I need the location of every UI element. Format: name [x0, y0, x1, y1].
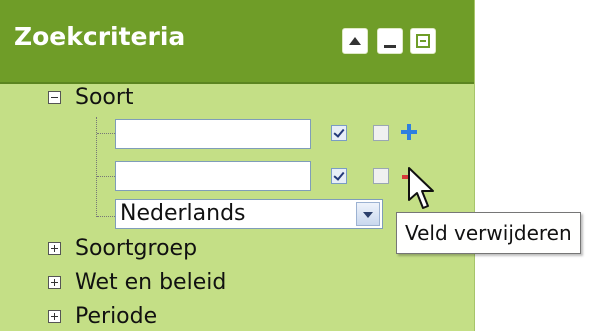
language-select[interactable]: Nederlands [115, 199, 383, 229]
add-field-icon[interactable] [401, 124, 417, 140]
chevron-down-icon[interactable] [356, 202, 380, 226]
tree-item-label: Soort [75, 84, 134, 110]
expand-icon[interactable] [48, 309, 61, 323]
maximize-button[interactable] [410, 28, 436, 54]
tooltip: Veld verwijderen [396, 212, 581, 254]
minimize-icon [384, 45, 396, 48]
soort-field-2-checkbox-b[interactable] [373, 168, 389, 184]
tree-item-label: Wet en beleid [75, 269, 227, 295]
soort-field-1-checkbox-b[interactable] [373, 125, 389, 141]
collapse-up-icon [349, 37, 361, 45]
minimize-button[interactable] [377, 28, 403, 54]
soort-field-2[interactable] [115, 161, 311, 191]
panel-header: Zoekcriteria [0, 0, 474, 84]
soort-field-1[interactable] [115, 119, 311, 149]
language-select-value: Nederlands [120, 201, 246, 226]
tree-connector [97, 133, 115, 134]
tree-item-soortgroep[interactable]: Soortgroep [48, 233, 197, 263]
tree-connector [97, 176, 115, 177]
tree-item-label: Soortgroep [75, 235, 198, 261]
mouse-cursor-icon [408, 167, 434, 209]
tree-item-periode[interactable]: Periode [48, 301, 157, 331]
tree-connector [97, 216, 115, 217]
collapse-icon[interactable] [48, 90, 61, 104]
collapse-up-button[interactable] [342, 28, 368, 54]
expand-icon[interactable] [48, 241, 61, 255]
search-criteria-panel: Zoekcriteria Soort Nederlands Soortgroep [0, 0, 475, 331]
tree-item-soort[interactable]: Soort [48, 82, 134, 112]
tree-item-wet-en-beleid[interactable]: Wet en beleid [48, 267, 226, 297]
panel-title: Zoekcriteria [14, 22, 186, 51]
tree-connector [96, 117, 97, 217]
soort-field-2-checkbox-a[interactable] [331, 168, 347, 184]
expand-icon[interactable] [48, 275, 61, 289]
tree-item-label: Periode [75, 303, 158, 329]
soort-field-1-checkbox-a[interactable] [331, 125, 347, 141]
maximize-icon [416, 34, 430, 48]
